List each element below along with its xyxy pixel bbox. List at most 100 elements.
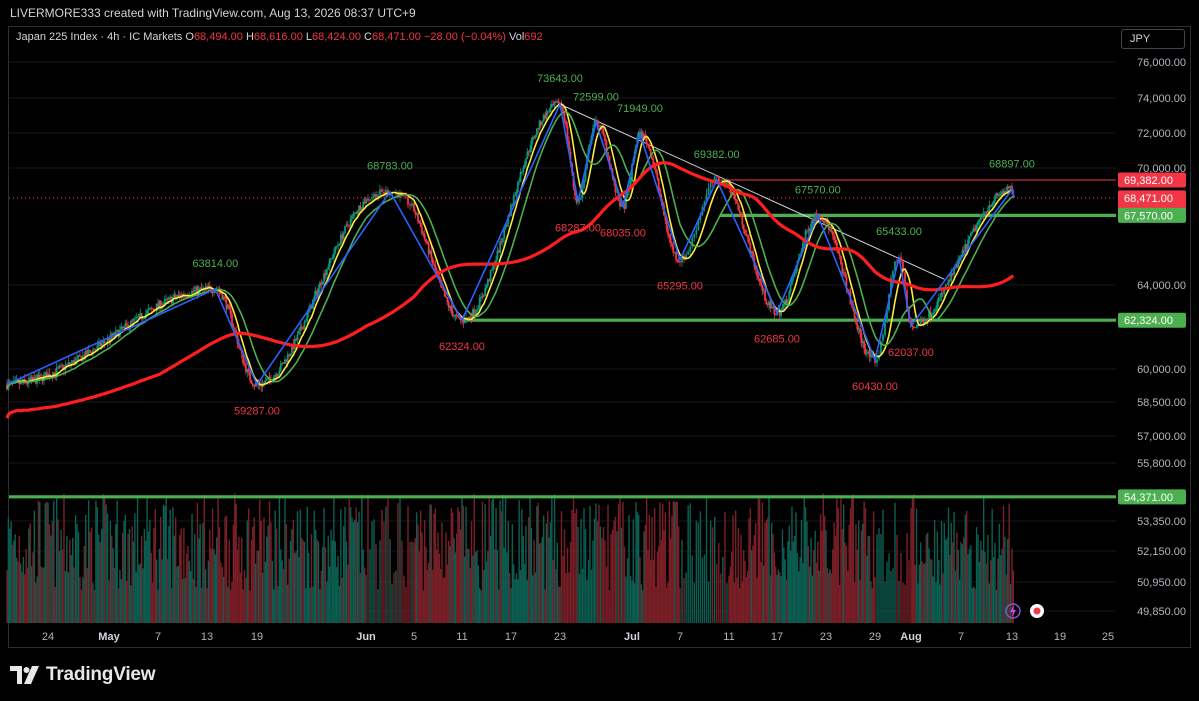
swing-label: 65433.00 xyxy=(876,226,922,238)
volume-bar xyxy=(154,509,156,623)
volume-bar xyxy=(532,575,534,623)
volume-bar xyxy=(147,531,150,623)
volume-bar xyxy=(938,560,940,623)
swing-label: 68287.00 xyxy=(555,222,601,234)
volume-bar xyxy=(134,513,136,623)
candle-body xyxy=(671,243,673,246)
volume-bar xyxy=(128,529,131,623)
volume-bar xyxy=(50,535,52,623)
price-chart[interactable]: 63814.00 59287.00 68783.00 62324.00 73643.00… xyxy=(0,0,1199,701)
volume-bar xyxy=(808,566,811,623)
volume-bar xyxy=(403,575,405,623)
volume-bar xyxy=(637,514,640,623)
candle-body xyxy=(669,237,672,244)
volume-bar xyxy=(383,521,385,623)
candle-body xyxy=(804,231,807,240)
candle-body xyxy=(349,218,352,226)
candle-body xyxy=(939,296,942,298)
volume-bar xyxy=(150,552,152,623)
volume-bar xyxy=(249,590,251,623)
candle-body xyxy=(693,234,696,238)
volume-bar xyxy=(246,520,248,623)
candle-body xyxy=(482,295,485,298)
volume-bar xyxy=(610,534,612,623)
candle-body xyxy=(419,223,422,227)
volume-bar xyxy=(586,579,588,623)
volume-bar xyxy=(758,499,761,623)
volume-bar xyxy=(64,571,67,623)
x-tick-label: 23 xyxy=(554,631,566,643)
volume-bar xyxy=(718,543,720,623)
volume-bar xyxy=(757,498,760,623)
volume-bar xyxy=(342,526,345,623)
volume-bar xyxy=(32,552,34,623)
volume-bar xyxy=(572,494,575,623)
volume-bar xyxy=(166,558,169,623)
volume-bar xyxy=(920,542,922,623)
volume-bar xyxy=(146,496,148,623)
x-tick-label: 7 xyxy=(155,631,161,643)
volume-bar xyxy=(780,576,782,623)
volume-bar xyxy=(667,582,669,623)
volume-bar xyxy=(942,573,944,623)
candle-body xyxy=(327,266,330,270)
candle-body xyxy=(841,264,844,274)
volume-bar xyxy=(264,561,267,623)
volume-bar xyxy=(768,495,770,623)
candle-body xyxy=(788,291,791,300)
volume-bar xyxy=(902,582,904,623)
volume-bar xyxy=(109,521,112,623)
volume-bar xyxy=(798,571,800,623)
volume-bar xyxy=(162,504,165,623)
volume-bar xyxy=(862,523,864,623)
volume-bar xyxy=(399,495,401,623)
swing-label: 60430.00 xyxy=(852,381,898,393)
volume-bar xyxy=(239,572,242,623)
volume-bar xyxy=(997,558,999,623)
volume-bar xyxy=(439,568,442,623)
candle-body xyxy=(515,191,518,195)
volume-bar xyxy=(968,548,971,623)
candle-body xyxy=(463,322,466,324)
volume-bar xyxy=(115,523,117,623)
volume-bar xyxy=(815,562,818,623)
volume-bar xyxy=(958,580,961,623)
volume-bar xyxy=(367,494,369,623)
volume-bar xyxy=(6,569,8,623)
volume-bar xyxy=(484,503,486,623)
volume-bar xyxy=(811,575,814,623)
volume-bar xyxy=(301,538,303,623)
volume-bar xyxy=(47,502,49,623)
volume-bar xyxy=(536,506,538,623)
volume-bar xyxy=(157,589,159,623)
volume-bar xyxy=(810,538,812,623)
x-tick-label: 23 xyxy=(820,631,832,643)
candle-body xyxy=(58,366,61,368)
volume-bar xyxy=(689,503,691,623)
candle-body xyxy=(741,213,744,225)
volume-bar xyxy=(1002,505,1005,623)
volume-bar xyxy=(354,519,356,623)
candle-body xyxy=(518,181,521,183)
volume-bar xyxy=(604,540,606,623)
volume-bar xyxy=(63,493,65,623)
volume-bar xyxy=(58,551,61,623)
tradingview-brand[interactable]: TradingView xyxy=(10,662,156,688)
volume-bar xyxy=(371,521,373,623)
volume-bar xyxy=(499,500,501,623)
candle-body xyxy=(975,224,978,232)
volume-bar xyxy=(999,555,1002,623)
volume-bar xyxy=(945,539,947,623)
candle-body xyxy=(423,234,426,239)
volume-bar xyxy=(468,549,470,623)
volume-bar xyxy=(170,588,173,623)
candle-body xyxy=(485,285,488,288)
candle-body xyxy=(998,195,1001,197)
volume-bar xyxy=(377,589,379,623)
candle-body xyxy=(734,198,737,201)
candle-body xyxy=(277,374,279,377)
volume-bar xyxy=(437,532,439,623)
candle-body xyxy=(837,250,840,254)
volume-bar xyxy=(199,523,201,623)
candle-body xyxy=(95,348,97,350)
